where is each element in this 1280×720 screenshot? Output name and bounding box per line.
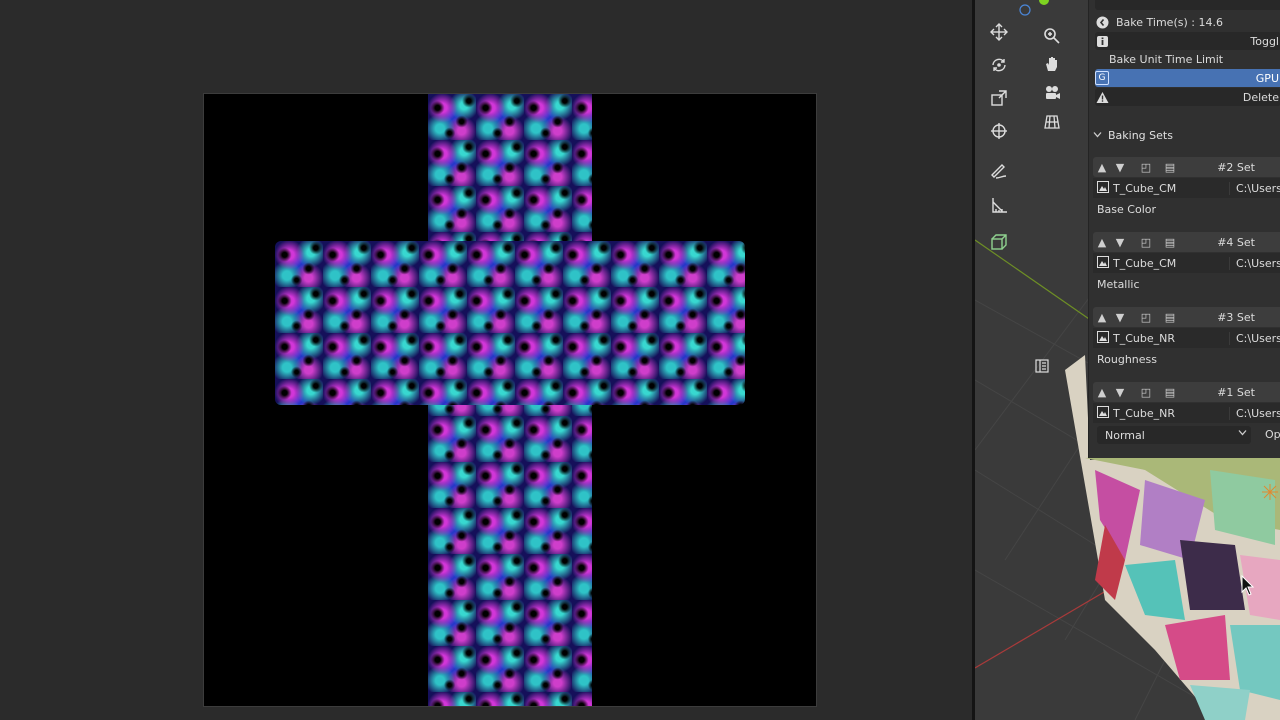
move-up-icon[interactable]: ▲ [1093,232,1111,252]
bake-icon[interactable]: ◰ [1137,307,1155,327]
move-down-icon[interactable]: ▼ [1111,232,1129,252]
image-slot-icon[interactable]: ▤ [1161,307,1179,327]
set-title: #4 Set [1217,235,1255,249]
move-down-icon[interactable]: ▼ [1111,157,1129,177]
set-title: #2 Set [1217,160,1255,174]
add-cube-icon[interactable] [986,229,1012,255]
set-header: ▲ ▼ ◰ ▤ #4 Set [1093,232,1280,252]
transform-icon[interactable] [986,118,1012,144]
chevron-down-icon [1093,129,1102,142]
baked-texture-canvas[interactable] [203,93,817,707]
gpu-key-icon: G [1095,71,1109,85]
bake-time-label: Bake Time(s) : 14.6 [1116,15,1223,29]
image-icon [1097,180,1109,196]
delete-row[interactable]: Delete [1095,88,1280,106]
scale-icon[interactable] [986,85,1012,111]
channel-label[interactable]: Base Color [1093,199,1280,219]
texture-path[interactable]: C:\Users\u [1229,331,1280,345]
image-icon [1097,330,1109,346]
texture-path[interactable]: C:\Users\u [1229,406,1280,420]
move-up-icon[interactable]: ▲ [1093,157,1111,177]
gpu-label: GPU [1255,71,1279,85]
toggle-row[interactable]: Toggl [1095,32,1280,50]
texture-path[interactable]: C:\Users\u [1229,256,1280,270]
rotate-icon[interactable] [986,52,1012,78]
baking-sets-label: Baking Sets [1108,128,1173,142]
texture-name[interactable]: T_Cube_NR [1113,332,1223,345]
image-icon [1097,405,1109,421]
unit-time-limit-label: Bake Unit Time Limit [1109,52,1224,66]
set-texture-row[interactable]: T_Cube_CM C:\Users\u [1093,178,1280,198]
mouse-cursor-icon [1241,574,1255,600]
texture-path[interactable]: C:\Users\u [1229,181,1280,195]
channel-label[interactable]: Metallic [1093,274,1280,294]
clock-icon [1095,15,1109,29]
texture-name[interactable]: T_Cube_CM [1113,257,1223,270]
chevron-down-icon [1238,427,1247,440]
set-title: #3 Set [1217,310,1255,324]
gpu-row[interactable]: G GPU [1095,69,1280,87]
zoom-icon[interactable] [1039,23,1065,49]
image-slot-icon[interactable]: ▤ [1161,232,1179,252]
warning-icon [1095,90,1109,104]
baking-set: ▲ ▼ ◰ ▤ #4 Set T_Cube_CM C:\Users\u Meta… [1093,232,1280,296]
set-texture-row[interactable]: T_Cube_NR C:\Users\u [1093,403,1280,423]
annotate-icon[interactable] [986,157,1012,183]
set-texture-row[interactable]: T_Cube_NR C:\Users\u [1093,328,1280,348]
texture-name[interactable]: T_Cube_CM [1113,182,1223,195]
unit-time-limit-row[interactable]: Bake Unit Time Limit [1095,50,1280,68]
baking-sets-header[interactable]: Baking Sets [1089,126,1173,144]
channel-dropdown[interactable]: Normal [1097,426,1251,444]
uv-island-horizontal [275,241,745,405]
move-down-icon[interactable]: ▼ [1111,382,1129,402]
image-slot-icon[interactable]: ▤ [1161,382,1179,402]
channel-label[interactable]: Roughness [1093,349,1280,369]
move-down-icon[interactable]: ▼ [1111,307,1129,327]
bake-icon[interactable]: ◰ [1137,232,1155,252]
delete-label: Delete [1242,90,1279,104]
set-header: ▲ ▼ ◰ ▤ #2 Set [1093,157,1280,177]
set-title: #1 Set [1217,385,1255,399]
info-icon [1095,34,1109,48]
panel-top-field[interactable] [1095,0,1280,10]
bake-icon[interactable]: ◰ [1137,157,1155,177]
bake-time-row: Bake Time(s) : 14.6 [1095,13,1280,31]
measure-icon[interactable] [986,192,1012,218]
camera-icon[interactable] [1039,80,1065,106]
move-up-icon[interactable]: ▲ [1093,307,1111,327]
set-header: ▲ ▼ ◰ ▤ #3 Set [1093,307,1280,327]
move-up-icon[interactable]: ▲ [1093,382,1111,402]
set-header: ▲ ▼ ◰ ▤ #1 Set [1093,382,1280,402]
grid-view-icon[interactable] [1039,109,1065,135]
sidebar-toggle-icon[interactable] [1029,353,1055,379]
image-editor[interactable] [0,0,972,720]
bake-icon[interactable]: ◰ [1137,382,1155,402]
channel-dropdown-value: Normal [1105,428,1145,442]
set-texture-row[interactable]: T_Cube_CM C:\Users\u [1093,253,1280,273]
toggle-label: Toggl [1250,34,1279,48]
image-slot-icon[interactable]: ▤ [1161,157,1179,177]
image-icon [1097,255,1109,271]
texture-name[interactable]: T_Cube_NR [1113,407,1223,420]
bake-panel: Bake Time(s) : 14.6 Toggl Bake Unit Time… [1088,0,1280,458]
baking-set: ▲ ▼ ◰ ▤ #3 Set T_Cube_NR C:\Users\u Roug… [1093,307,1280,371]
move-icon[interactable] [986,19,1012,45]
open-button[interactable]: Open [1265,428,1280,441]
pan-hand-icon[interactable] [1039,51,1065,77]
baking-set: ▲ ▼ ◰ ▤ #2 Set T_Cube_CM C:\Users\u Base… [1093,157,1280,221]
